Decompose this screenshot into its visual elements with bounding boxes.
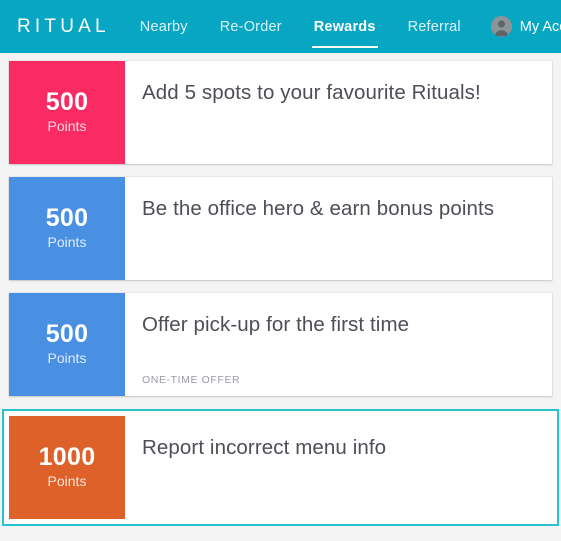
reward-title: Offer pick-up for the first time xyxy=(142,313,410,336)
ritual-logo[interactable]: RITUAL xyxy=(0,0,124,53)
nav-link-referral[interactable]: Referral xyxy=(392,0,477,53)
points-badge: 500 Points xyxy=(9,177,125,280)
points-label: Points xyxy=(47,233,87,250)
points-badge: 500 Points xyxy=(9,61,125,164)
reward-card[interactable]: 500 Points Be the office hero & earn bon… xyxy=(9,177,552,280)
points-label: Points xyxy=(47,349,87,366)
nav-link-rewards[interactable]: Rewards xyxy=(298,0,392,53)
rewards-list: 500 Points Add 5 spots to your favourite… xyxy=(0,53,561,526)
user-avatar-icon xyxy=(490,16,512,37)
nav-link-nearby[interactable]: Nearby xyxy=(124,0,204,53)
reward-title: Report incorrect menu info xyxy=(142,436,387,459)
points-value: 500 xyxy=(45,87,89,116)
points-label: Points xyxy=(47,472,87,489)
reward-card[interactable]: 1000 Points Report incorrect menu info xyxy=(2,409,559,526)
points-value: 1000 xyxy=(38,442,96,471)
reward-title: Add 5 spots to your favourite Rituals! xyxy=(142,81,481,104)
reward-card[interactable]: 500 Points Offer pick-up for the first t… xyxy=(9,293,552,396)
reward-body: Report incorrect menu info xyxy=(125,416,552,519)
points-label: Points xyxy=(47,117,87,134)
reward-tag: ONE-TIME OFFER xyxy=(142,374,241,386)
points-badge: 1000 Points xyxy=(9,416,125,519)
my-account-button[interactable]: My Account xyxy=(477,0,561,53)
reward-body: Add 5 spots to your favourite Rituals! xyxy=(125,61,552,164)
points-value: 500 xyxy=(45,319,89,348)
reward-body: Offer pick-up for the first time ONE-TIM… xyxy=(125,293,552,396)
reward-body: Be the office hero & earn bonus points xyxy=(125,177,552,280)
reward-title: Be the office hero & earn bonus points xyxy=(142,197,495,220)
reward-card[interactable]: 500 Points Add 5 spots to your favourite… xyxy=(9,61,552,164)
nav-link-re-order[interactable]: Re-Order xyxy=(204,0,298,53)
top-navigation-bar: RITUAL Nearby Re-Order Rewards Referral … xyxy=(0,0,561,53)
points-value: 500 xyxy=(45,203,89,232)
points-badge: 500 Points xyxy=(9,293,125,396)
my-account-label: My Account xyxy=(519,18,561,35)
nav-links: Nearby Re-Order Rewards Referral xyxy=(124,0,477,53)
